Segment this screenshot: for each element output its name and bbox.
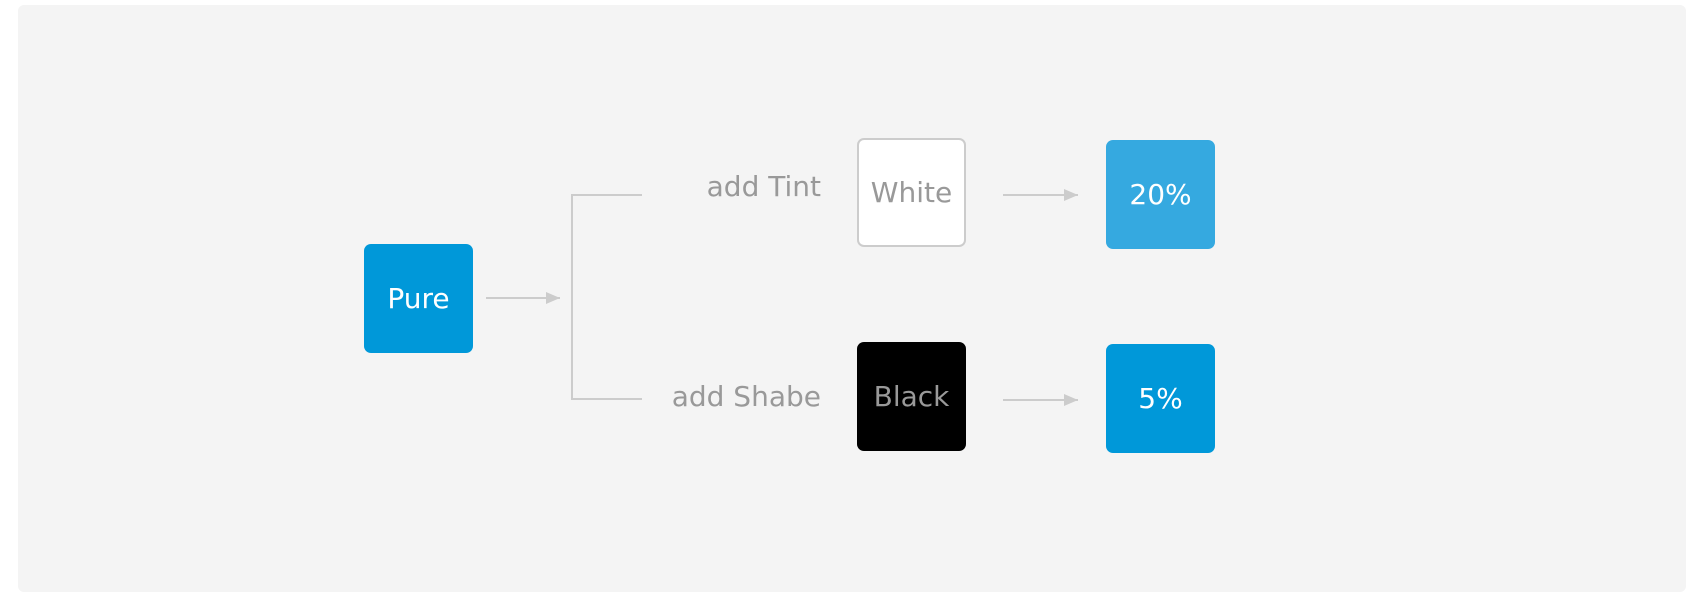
tint-result-label: 20% <box>1129 178 1192 211</box>
pure-node: Pure <box>364 244 473 353</box>
shade-result-node: 5% <box>1106 344 1215 453</box>
branch-bracket <box>571 194 642 400</box>
black-label: Black <box>873 380 950 413</box>
pure-label: Pure <box>387 282 450 315</box>
black-node: Black <box>857 342 966 451</box>
connectors <box>486 189 1078 406</box>
white-node: White <box>857 138 966 247</box>
tint-result-node: 20% <box>1106 140 1215 249</box>
shade-result-label: 5% <box>1138 382 1183 415</box>
tint-label: add Tint <box>706 170 821 203</box>
white-label: White <box>870 176 953 209</box>
shade-label: add Shabe <box>671 380 821 413</box>
